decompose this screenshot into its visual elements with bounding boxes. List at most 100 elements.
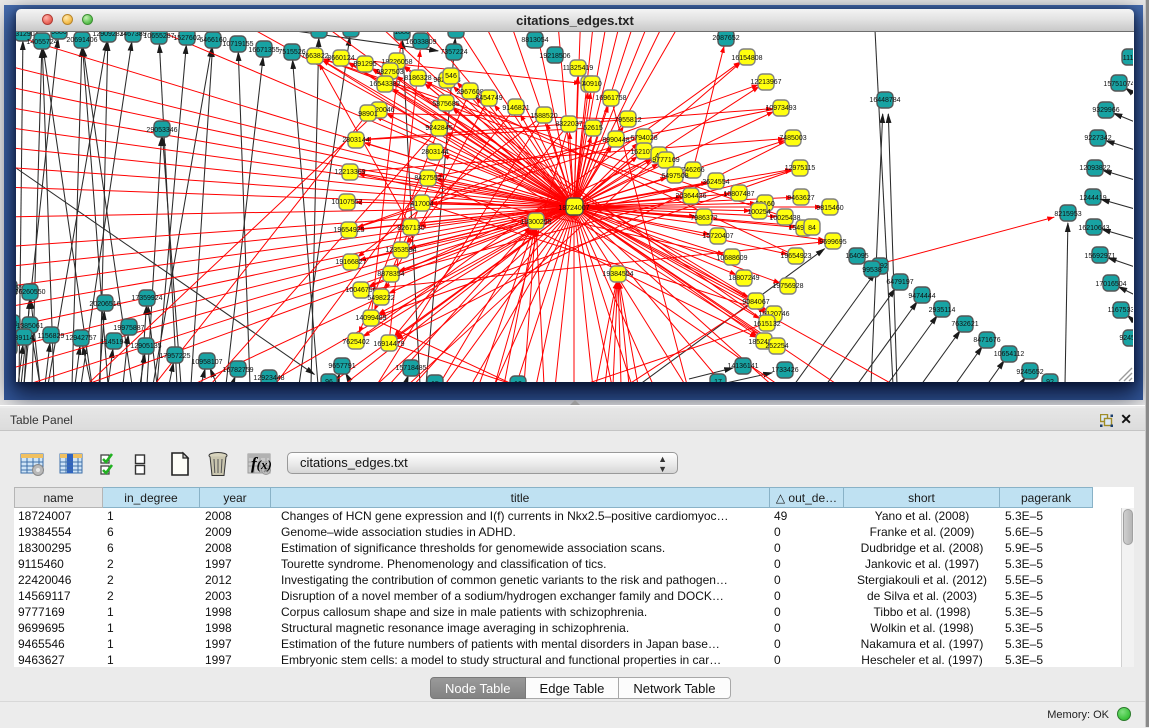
svg-text:19654923: 19654923 [780,253,811,260]
svg-text:417004: 417004 [410,201,433,208]
svg-text:17: 17 [714,379,722,382]
svg-text:1145194: 1145194 [101,339,128,346]
svg-text:14099489: 14099489 [355,315,386,322]
svg-text:546: 546 [445,73,457,80]
svg-text:17016504: 17016504 [1095,281,1126,288]
svg-text:2935114: 2935114 [929,307,956,314]
svg-text:8427552: 8427552 [414,175,441,182]
svg-text:10655287: 10655287 [143,33,174,40]
svg-text:7625402: 7625402 [342,339,369,346]
svg-text:19756928: 19756928 [772,283,803,290]
svg-text:1615132: 1615132 [753,321,780,328]
svg-text:12923448: 12923448 [253,375,284,382]
svg-text:10: 10 [514,381,522,382]
svg-text:20364436: 20364436 [675,193,706,200]
svg-text:12975115: 12975115 [785,165,816,172]
svg-text:2803144: 2803144 [421,149,448,156]
svg-text:252254: 252254 [765,343,788,350]
svg-text:29053346: 29053346 [146,127,177,134]
svg-text:12213967: 12213967 [750,79,781,86]
svg-text:16782759: 16782759 [222,367,253,374]
svg-text:6497508: 6497508 [661,173,688,180]
svg-text:1527602: 1527602 [173,35,200,42]
svg-text:2803144: 2803144 [342,137,369,144]
svg-text:19218506: 19218506 [539,53,570,60]
svg-text:9699695: 9699695 [819,239,846,246]
svg-text:8990448: 8990448 [602,137,629,144]
svg-text:26260550: 26260550 [16,289,46,296]
svg-text:12213369: 12213369 [334,169,365,176]
svg-text:1588520: 1588520 [530,113,557,120]
svg-text:11325419: 11325419 [563,65,594,72]
svg-text:8660124: 8660124 [327,55,354,62]
svg-text:8813054: 8813054 [521,37,548,44]
svg-text:8878354: 8878354 [377,271,404,278]
svg-text:10688609: 10688609 [716,255,747,262]
svg-text:10025438: 10025438 [769,215,800,222]
svg-text:14055724: 14055724 [26,39,57,46]
svg-text:15751074: 15751074 [1103,81,1133,88]
svg-text:16033809: 16033809 [405,39,436,46]
svg-text:1244419: 1244419 [1079,195,1106,202]
svg-text:16961758: 16961758 [595,95,626,102]
svg-text:18300295: 18300295 [520,219,551,226]
svg-text:16671355: 16671355 [248,47,279,54]
svg-text:7632621: 7632621 [951,321,978,328]
svg-text:8454749: 8454749 [475,95,502,102]
svg-text:16448784: 16448784 [869,97,900,104]
svg-text:16154808: 16154808 [731,55,762,62]
svg-text:10046756: 10046756 [345,287,376,294]
svg-text:9474444: 9474444 [908,293,935,300]
svg-text:18724007: 18724007 [558,205,589,212]
svg-text:7663822: 7663822 [301,53,328,60]
svg-text:9777169: 9777169 [652,157,679,164]
svg-text:6794028: 6794028 [630,135,657,142]
svg-text:12353594: 12353594 [385,247,416,254]
svg-text:7485003: 7485003 [779,135,806,142]
svg-text:10973493: 10973493 [765,105,796,112]
svg-text:12905135: 12905135 [130,343,161,350]
svg-text:10107552: 10107552 [331,199,362,206]
svg-text:3624554: 3624554 [702,179,729,186]
svg-text:15692971: 15692971 [1084,253,1115,260]
svg-text:19166827: 19166827 [335,259,366,266]
svg-text:40910: 40910 [582,81,602,88]
svg-text:9329966: 9329966 [1092,107,1119,114]
svg-text:1112: 1112 [1123,55,1133,62]
svg-text:19384554: 19384554 [602,271,633,278]
svg-text:20691406: 20691406 [66,37,97,44]
svg-text:9815460: 9815460 [816,205,843,212]
svg-text:10654112: 10654112 [994,351,1025,358]
svg-text:12093822: 12093822 [1079,165,1110,172]
svg-text:8215953: 8215953 [1054,211,1081,218]
svg-text:52615: 52615 [583,125,603,132]
svg-text:9657791: 9657791 [328,363,355,370]
svg-text:16210643: 16210643 [1078,225,1109,232]
svg-text:15: 15 [431,381,439,382]
svg-text:6479197: 6479197 [886,279,913,286]
svg-text:9827503: 9827503 [376,69,403,76]
svg-text:5875685: 5875685 [432,101,459,108]
svg-text:9146821: 9146821 [502,105,529,112]
svg-text:7357224: 7357224 [440,49,467,56]
svg-text:9084067: 9084067 [742,299,769,306]
svg-text:1880: 1880 [394,32,410,36]
svg-text:8267130: 8267130 [397,225,424,232]
svg-text:19975887: 19975887 [113,325,144,332]
svg-text:8471676: 8471676 [973,337,1000,344]
svg-text:39114: 39114 [16,335,34,342]
svg-text:9245652: 9245652 [1016,369,1043,376]
svg-text:96: 96 [325,379,333,382]
svg-text:15718485: 15718485 [395,365,426,372]
svg-text:10653287: 10653287 [335,32,366,34]
svg-text:12942757: 12942757 [65,335,96,342]
svg-text:8186328: 8186328 [404,75,431,82]
svg-text:5498222: 5498222 [367,295,394,302]
svg-text:92: 92 [1046,379,1054,382]
svg-text:98901: 98901 [358,111,378,118]
svg-text:17957225: 17957225 [159,353,190,360]
svg-text:1167533: 1167533 [1108,307,1133,314]
svg-text:19654925: 19654925 [333,227,364,234]
svg-text:20206516: 20206516 [89,301,120,308]
svg-text:1733426: 1733426 [771,367,798,374]
